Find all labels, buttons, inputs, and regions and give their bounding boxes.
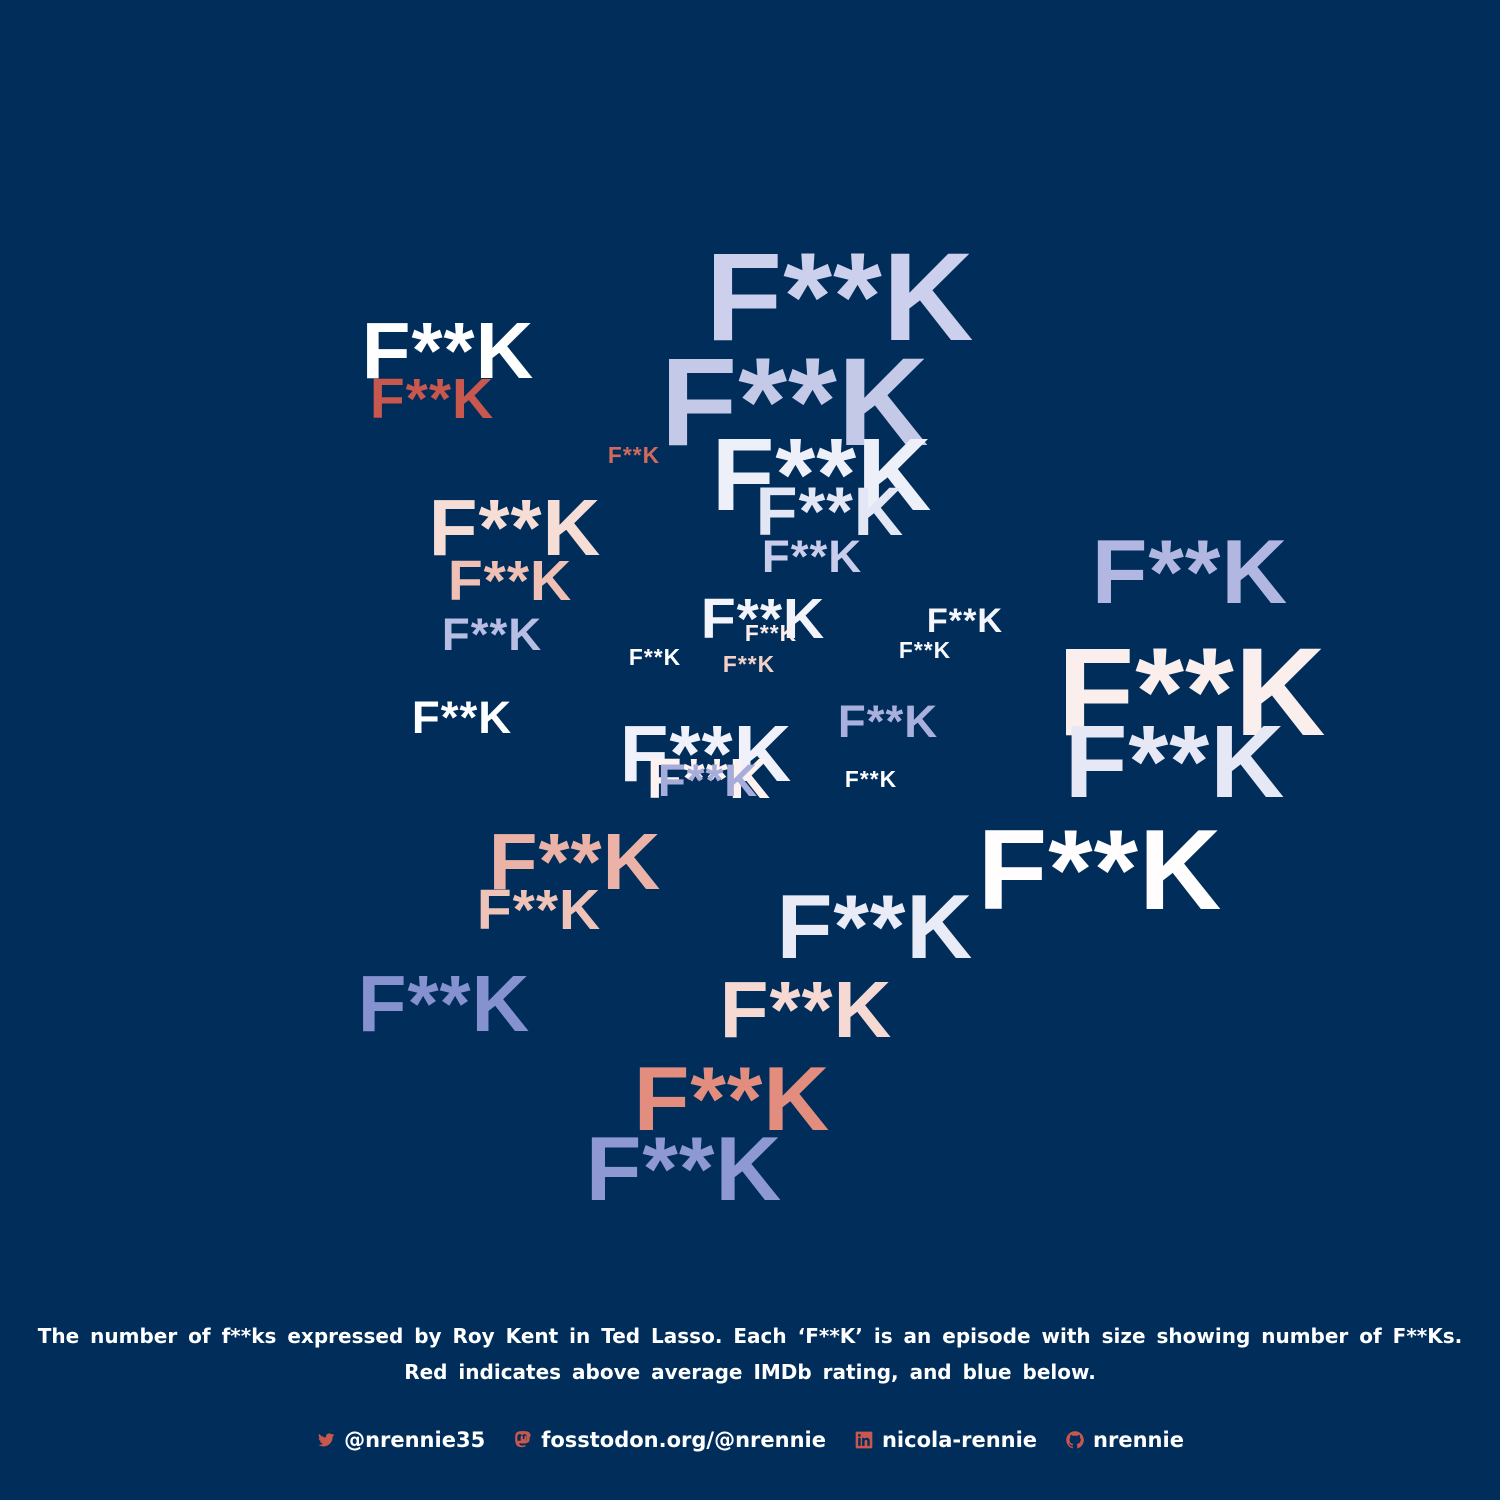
episode-mark: F**K — [927, 602, 1003, 640]
episode-mark: F**K — [745, 620, 797, 646]
mastodon-icon — [515, 1431, 531, 1448]
episode-mark: F**K — [838, 696, 938, 747]
social-linkedin[interactable]: nicola-rennie — [854, 1428, 1037, 1452]
social-mastodon[interactable]: fosstodon.org/@nrennie — [513, 1428, 826, 1452]
linkedin-icon — [855, 1431, 873, 1449]
episode-mark: F**K — [358, 959, 530, 1048]
episode-mark: F**K — [762, 531, 862, 582]
episode-mark: F**K — [370, 367, 494, 431]
episode-mark: F**K — [586, 1118, 783, 1220]
episode-mark: F**K — [442, 609, 542, 660]
episode-mark: F**K — [608, 442, 660, 468]
fk-word-cloud: F**KF**KF**KF**KF**K F**KF**KF**KF**KF**K… — [358, 226, 1326, 1220]
episode-mark: F**K — [720, 965, 892, 1054]
social-twitter[interactable]: @nrennie35 — [316, 1428, 485, 1452]
episode-mark: F**K — [777, 876, 974, 978]
episode-mark: F**K — [629, 644, 681, 670]
infographic: F**K F**K F**K F**K F**K F**K F**K F**K F**K F**K… — [0, 0, 1500, 1500]
caption: The number of f**ks expressed by Roy Ken… — [37, 1324, 1463, 1384]
social-github[interactable]: nrennie — [1065, 1428, 1184, 1452]
social-links: @nrennie35 fosstodon.org/@nrennie nicola… — [0, 1428, 1500, 1452]
github-icon — [1066, 1431, 1084, 1449]
episode-mark: F**K — [1092, 521, 1289, 623]
episode-mark: F**K — [899, 637, 951, 663]
episode-mark: F**K — [978, 807, 1223, 934]
episode-mark: F**K — [1065, 704, 1286, 819]
linkedin-handle: nicola-rennie — [881, 1428, 1038, 1452]
episode-mark: F**K — [658, 755, 758, 806]
episode-mark: F**K — [723, 651, 775, 677]
twitter-handle: @nrennie35 — [344, 1428, 486, 1452]
episode-mark: F**K — [448, 549, 572, 613]
episode-mark: F**K — [845, 766, 897, 792]
mastodon-handle: fosstodon.org/@nrennie — [541, 1428, 826, 1452]
episode-mark: F**K — [477, 878, 601, 942]
episode-mark: F**K — [412, 692, 512, 743]
twitter-icon — [318, 1433, 335, 1447]
github-handle: nrennie — [1093, 1428, 1184, 1452]
